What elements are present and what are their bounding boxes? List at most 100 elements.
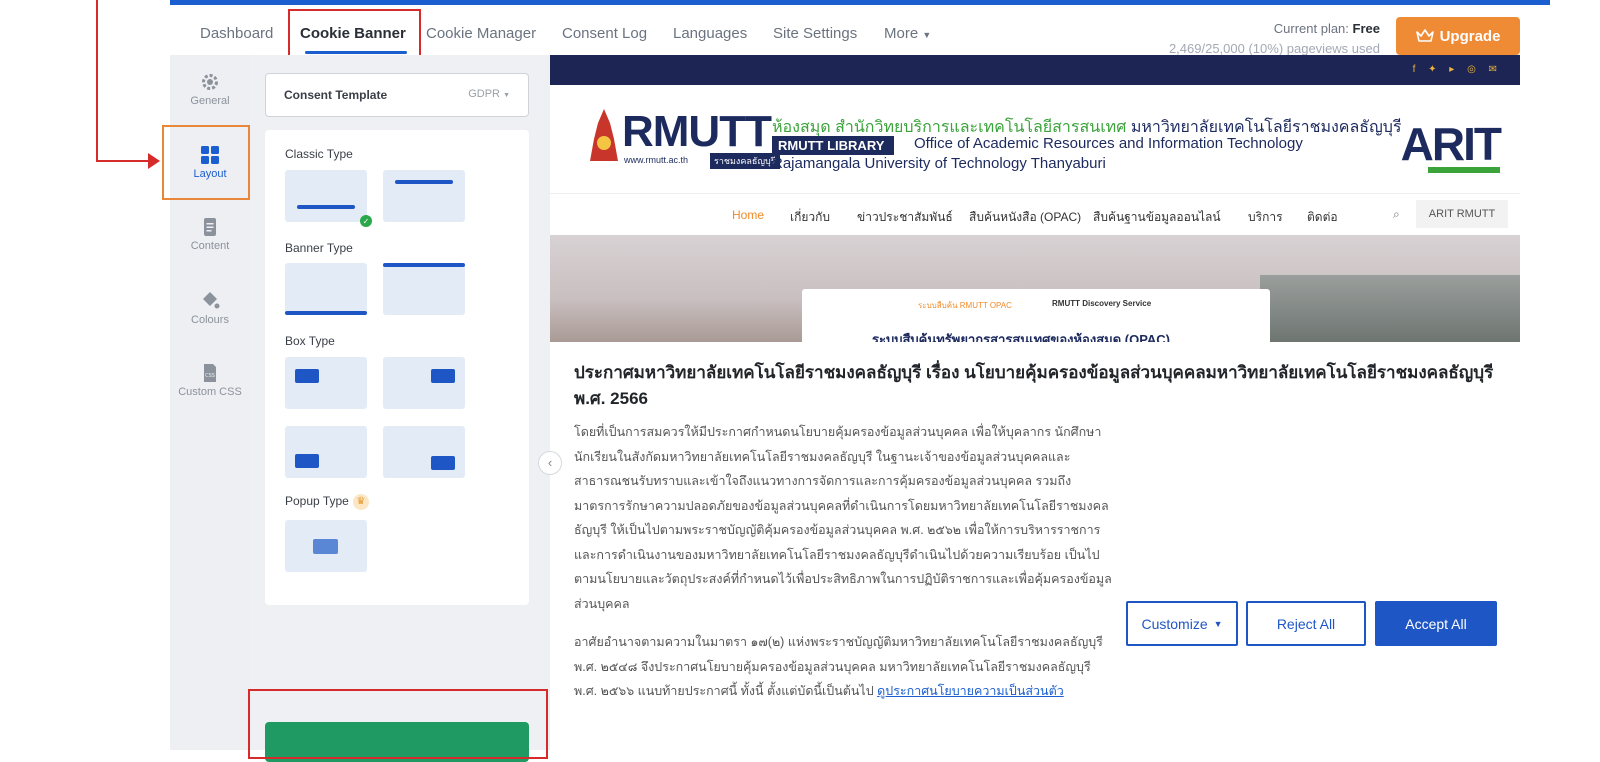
- layout-option-box-top-left[interactable]: [285, 357, 367, 409]
- layout-thumb-bar: [297, 205, 355, 209]
- privacy-policy-link[interactable]: ดูประกาศนโยบายความเป็นส่วนตัว: [877, 684, 1064, 698]
- section-title-banner: Banner Type: [285, 241, 353, 255]
- customize-label: Customize: [1141, 615, 1208, 632]
- collapse-panel-icon[interactable]: ‹: [538, 451, 562, 475]
- layout-thumb-box: [313, 539, 338, 554]
- site-menu-databases[interactable]: สืบค้นฐานข้อมูลออนไลน์: [1093, 208, 1221, 227]
- rail-label-content: Content: [190, 240, 230, 252]
- customize-button[interactable]: Customize ▼: [1126, 601, 1238, 646]
- site-menu-opac[interactable]: สืบค้นหนังสือ (OPAC): [969, 208, 1081, 227]
- site-logo-tag: ราชมงคลธัญบุรี: [710, 153, 780, 169]
- document-icon: [204, 218, 216, 236]
- layout-thumb-box: [431, 369, 455, 383]
- tab-consent-log[interactable]: Consent Log: [562, 25, 647, 42]
- gear-icon: [202, 74, 218, 90]
- site-thai-title-green: ห้องสมุด สำนักวิทยบริการและเทคโนโลยีสารส…: [772, 119, 1127, 136]
- annotation-arrow-horizontal: [96, 160, 150, 162]
- cookie-banner-title: ประกาศมหาวิทยาลัยเทคโนโลยีราชมงคลธัญบุรี…: [574, 363, 1494, 408]
- tab-more[interactable]: More ▼: [884, 25, 931, 42]
- layout-thumb-bar: [285, 311, 367, 315]
- site-logo-url: www.rmutt.ac.th: [624, 155, 689, 165]
- layout-option-classic-top[interactable]: [383, 170, 465, 222]
- caret-down-icon: ▼: [922, 30, 932, 40]
- section-title-popup-text: Popup Type: [285, 494, 349, 509]
- social-icons: f ✦ ▸ ◎ ✉: [1412, 64, 1502, 75]
- upgrade-button[interactable]: Upgrade: [1396, 17, 1520, 55]
- rail-label-general: General: [190, 95, 230, 107]
- cookie-banner-body: โดยที่เป็นการสมควรให้มีประกาศกำหนดนโยบาย…: [574, 425, 1112, 611]
- arit-logo-underline: [1428, 167, 1500, 173]
- premium-crown-icon: ♛: [352, 494, 369, 510]
- site-menu-services[interactable]: บริการ: [1248, 208, 1283, 227]
- search-icon[interactable]: ⌕: [1393, 207, 1400, 222]
- layout-option-banner-bottom[interactable]: [285, 263, 367, 315]
- consent-template-value: GDPR ▼: [468, 88, 510, 100]
- selected-check-icon: ✓: [360, 215, 372, 227]
- site-menu-contact[interactable]: ติดต่อ: [1307, 208, 1338, 227]
- tab-languages[interactable]: Languages: [673, 25, 747, 42]
- annotation-arrowhead: [148, 153, 160, 169]
- consent-template-select[interactable]: Consent Template GDPR ▼: [265, 73, 529, 117]
- layout-thumb-box: [431, 456, 455, 470]
- consent-template-value-text: GDPR: [468, 88, 500, 100]
- site-menu-home[interactable]: Home: [732, 208, 764, 222]
- hero-tab-opac[interactable]: ระบบสืบค้น RMUTT OPAC: [918, 299, 1012, 312]
- layout-option-box-bottom-right[interactable]: [383, 426, 465, 478]
- layout-option-popup[interactable]: [285, 520, 367, 572]
- section-title-classic: Classic Type: [285, 147, 353, 161]
- css-file-icon: CSS: [204, 364, 216, 382]
- site-logo: RMUTT: [622, 107, 772, 156]
- layout-option-box-bottom-left[interactable]: [285, 426, 367, 478]
- crown-icon: [1415, 29, 1434, 42]
- office-name-en: Office of Academic Resources and Informa…: [914, 135, 1303, 152]
- accept-all-label: Accept All: [1405, 615, 1467, 632]
- section-title-box: Box Type: [285, 334, 335, 348]
- section-title-popup: Popup Type ♛: [285, 494, 369, 510]
- caret-down-icon: ▼: [1213, 618, 1223, 629]
- site-topbar: f ✦ ▸ ◎ ✉: [550, 55, 1520, 85]
- university-emblem-icon: [590, 109, 618, 161]
- university-name-en: Rajamangala University of Technology Tha…: [772, 155, 1106, 172]
- layout-option-banner-top[interactable]: [383, 263, 465, 315]
- tab-cookie-manager[interactable]: Cookie Manager: [426, 25, 536, 42]
- banner-preview: f ✦ ▸ ◎ ✉ RMUTT www.rmutt.ac.th ราชมงคลธ…: [550, 55, 1520, 750]
- site-header: RMUTT www.rmutt.ac.th ราชมงคลธัญบุรี ห้อ…: [550, 85, 1520, 193]
- layout-settings-panel: Consent Template GDPR ▼ Classic Type ✓ B…: [250, 55, 550, 762]
- rail-item-general[interactable]: General: [170, 72, 250, 107]
- tab-site-settings[interactable]: Site Settings: [773, 25, 857, 42]
- arit-logo: ARIT: [1400, 118, 1502, 170]
- tab-more-label: More: [884, 25, 919, 42]
- reject-all-button[interactable]: Reject All: [1246, 601, 1366, 646]
- layout-thumb-bar: [383, 263, 465, 267]
- plan-info: Current plan: Free 2,469/25,000 (10%) pa…: [1169, 19, 1380, 59]
- layout-option-box-top-right[interactable]: [383, 357, 465, 409]
- rail-label-colours: Colours: [191, 314, 229, 326]
- tab-dashboard[interactable]: Dashboard: [200, 25, 273, 42]
- site-hero: ระบบสืบค้น RMUTT OPAC RMUTT Discovery Se…: [550, 235, 1520, 342]
- plan-name: Free: [1352, 21, 1380, 36]
- consent-template-label: Consent Template: [284, 88, 388, 102]
- annotation-box-layout: [162, 125, 250, 200]
- rail-item-colours[interactable]: Colours: [170, 291, 250, 326]
- layout-thumb-bar: [395, 180, 453, 184]
- cookie-banner: ประกาศมหาวิทยาลัยเทคโนโลยีราชมงคลธัญบุรี…: [550, 342, 1520, 750]
- layout-options-card: Classic Type ✓ Banner Type Box Type Popu…: [265, 130, 529, 605]
- accept-all-button[interactable]: Accept All: [1375, 601, 1497, 646]
- hero-heading: ระบบสืบค้นทรัพยากรสารสนเทศของห้องสมุด (O…: [872, 332, 1171, 342]
- paint-bucket-icon: [203, 292, 220, 309]
- cookie-banner-body-2: อาศัยอำนาจตามความในมาตรา ๑๗(๒) แห่งพระรา…: [574, 630, 1114, 704]
- site-menu-about[interactable]: เกี่ยวกับ: [790, 208, 830, 227]
- layout-thumb-box: [295, 369, 319, 383]
- site-menu-news[interactable]: ข่าวประชาสัมพันธ์: [857, 208, 953, 227]
- site-thai-title-dark: มหาวิทยาลัยเทคโนโลยีราชมงคลธัญบุรี: [1130, 119, 1402, 136]
- layout-option-classic-bottom[interactable]: ✓: [285, 170, 372, 227]
- hero-search-card: ระบบสืบค้น RMUTT OPAC RMUTT Discovery Se…: [802, 289, 1270, 342]
- site-search-button[interactable]: ARIT RMUTT: [1416, 200, 1508, 228]
- hero-tab-discovery[interactable]: RMUTT Discovery Service: [1052, 299, 1151, 308]
- rail-item-custom-css[interactable]: CSS Custom CSS: [170, 363, 250, 399]
- hero-building-image: [1260, 275, 1520, 342]
- rail-item-content[interactable]: Content: [170, 217, 250, 252]
- library-pill: RMUTT LIBRARY: [772, 136, 895, 155]
- site-menu: Home เกี่ยวกับ ข่าวประชาสัมพันธ์ สืบค้นห…: [550, 193, 1520, 235]
- rail-label-custom-css: Custom CSS: [178, 386, 242, 398]
